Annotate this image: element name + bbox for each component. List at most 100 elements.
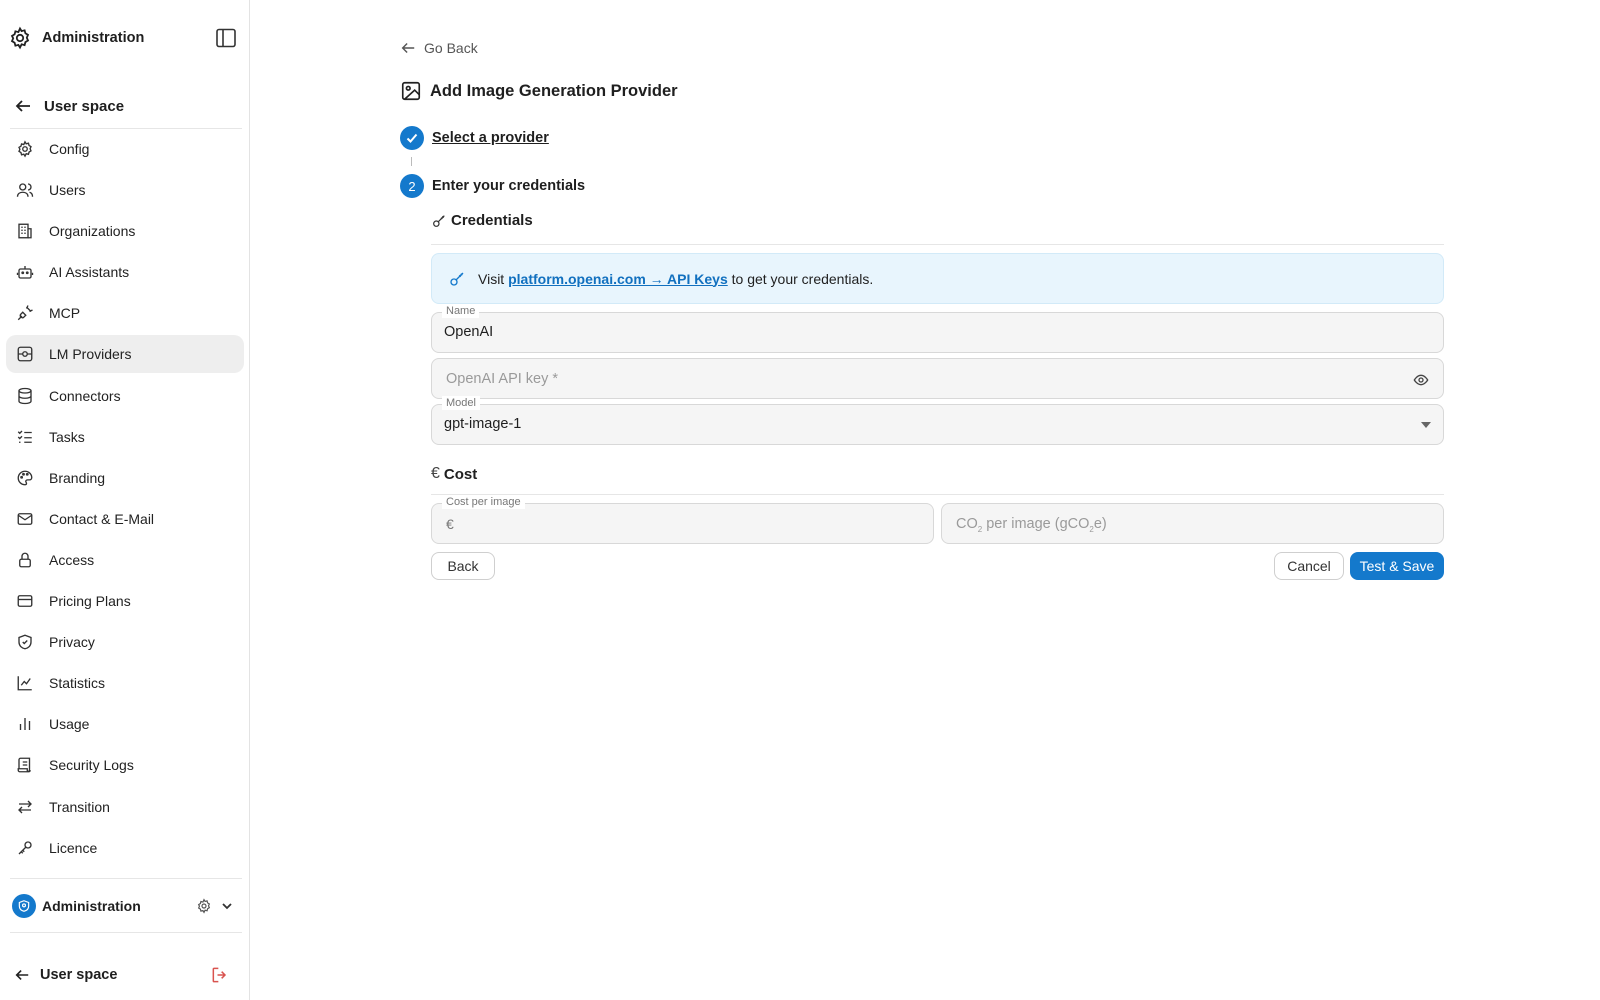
- robot-icon: [15, 262, 35, 282]
- sidebar-item-branding[interactable]: Branding: [6, 459, 244, 497]
- cost-heading: € Cost: [431, 465, 477, 483]
- gear-icon[interactable]: [196, 898, 212, 914]
- sidebar-item-label: MCP: [49, 305, 81, 322]
- sidebar-item-label: Organizations: [49, 223, 136, 240]
- building-icon: [15, 221, 35, 241]
- step-enter-credentials: 2 Enter your credentials: [400, 174, 585, 198]
- org-avatar: [12, 894, 36, 918]
- api-key-field[interactable]: OpenAI API key *: [431, 358, 1444, 399]
- info-text: Visit platform.openai.com → API Keys to …: [478, 271, 873, 287]
- sidebar-item-config[interactable]: Config: [6, 130, 244, 168]
- sidebar-item-statistics[interactable]: Statistics: [6, 664, 244, 702]
- provider-icon: [15, 344, 35, 364]
- sidebar-item-privacy[interactable]: Privacy: [6, 623, 244, 661]
- step1-label: Select a provider: [432, 130, 549, 146]
- sidebar-item-label: Statistics: [49, 675, 106, 692]
- organization-switcher[interactable]: Administration: [12, 892, 238, 920]
- chevron-down-icon[interactable]: [220, 899, 234, 913]
- go-back-label: Go Back: [424, 40, 478, 56]
- page-title-text: Add Image Generation Provider: [430, 81, 678, 100]
- sidebar-item-label: Privacy: [49, 634, 95, 651]
- sidebar-item-label: Licence: [49, 839, 98, 856]
- sidebar-item-label: AI Assistants: [49, 264, 130, 281]
- api-key-placeholder: OpenAI API key *: [446, 371, 559, 387]
- dropdown-caret-icon[interactable]: [1421, 422, 1431, 428]
- cancel-button[interactable]: Cancel: [1274, 552, 1344, 580]
- sidebar-item-access[interactable]: Access: [6, 541, 244, 579]
- mail-icon: [15, 509, 35, 529]
- footer-user-space-label: User space: [40, 967, 118, 983]
- sidebar-item-connectors[interactable]: Connectors: [6, 377, 244, 415]
- divider: [10, 878, 242, 879]
- arrow-left-icon: [14, 97, 32, 115]
- page-title: Add Image Generation Provider: [400, 80, 678, 102]
- info-banner: Visit platform.openai.com → API Keys to …: [431, 253, 1444, 304]
- bar-chart-icon: [15, 714, 35, 734]
- sidebar-title: Administration: [42, 30, 145, 46]
- openai-api-keys-link[interactable]: platform.openai.com → API Keys: [508, 271, 728, 287]
- cost-heading-text: Cost: [443, 465, 478, 483]
- scroll-icon: [15, 755, 35, 775]
- chart-icon: [15, 673, 35, 693]
- step2-label: Enter your credentials: [432, 178, 586, 194]
- sidebar-item-contact-email[interactable]: Contact & E-Mail: [6, 500, 244, 538]
- info-prefix: Visit: [478, 270, 505, 287]
- sidebar-item-licence[interactable]: Licence: [6, 829, 244, 867]
- model-select[interactable]: Model gpt-image-1: [431, 396, 1444, 445]
- divider: [10, 128, 242, 129]
- name-field-value: OpenAI: [444, 324, 494, 340]
- logout-icon[interactable]: [210, 965, 230, 985]
- step-select-provider[interactable]: Select a provider: [400, 126, 549, 150]
- sidebar-item-label: Usage: [49, 716, 90, 733]
- sidebar-item-security-logs[interactable]: Security Logs: [6, 746, 244, 784]
- checklist-icon: [15, 427, 35, 447]
- step-connector: [411, 157, 412, 166]
- sidebar-item-label: Connectors: [49, 387, 121, 404]
- sidebar-toggle-icon[interactable]: [214, 26, 238, 50]
- back-to-user-space[interactable]: User space: [14, 92, 234, 120]
- gear-icon: [15, 139, 35, 159]
- sidebar-item-label: Config: [49, 141, 90, 157]
- image-icon: [400, 80, 422, 102]
- sidebar-header: Administration: [8, 24, 238, 52]
- check-icon: [400, 126, 424, 150]
- test-and-save-button[interactable]: Test & Save: [1350, 552, 1444, 580]
- key-icon: [15, 838, 35, 858]
- sidebar-item-usage[interactable]: Usage: [6, 705, 244, 743]
- sidebar-item-tasks[interactable]: Tasks: [6, 418, 244, 456]
- footer-user-space[interactable]: User space: [14, 962, 236, 988]
- credit-card-icon: [15, 591, 35, 611]
- eye-icon[interactable]: [1413, 372, 1429, 388]
- database-icon: [15, 386, 35, 406]
- name-field-label: Name: [442, 304, 480, 318]
- sidebar-item-label: Pricing Plans: [49, 593, 131, 610]
- sidebar-item-label: Security Logs: [49, 757, 134, 774]
- arrow-left-icon: [400, 40, 416, 56]
- sidebar: Administration User space Config Users O…: [0, 0, 250, 1000]
- sidebar-item-ai-assistants[interactable]: AI Assistants: [6, 253, 244, 291]
- back-button[interactable]: Back: [431, 552, 495, 580]
- sidebar-item-label: Branding: [49, 469, 106, 486]
- sidebar-item-users[interactable]: Users: [6, 171, 244, 209]
- co2-placeholder: CO2 per image (gCO2e): [956, 516, 1107, 534]
- divider: [431, 494, 1444, 495]
- lock-icon: [15, 550, 35, 570]
- sidebar-item-label: Access: [49, 551, 95, 568]
- go-back-link[interactable]: Go Back: [400, 40, 478, 56]
- cost-per-image-label: Cost per image: [442, 495, 525, 509]
- sidebar-item-label: Contact & E-Mail: [49, 510, 155, 527]
- credentials-heading-text: Credentials: [451, 212, 533, 229]
- sidebar-item-pricing-plans[interactable]: Pricing Plans: [6, 582, 244, 620]
- step-number: 2: [400, 174, 424, 198]
- sidebar-item-lm-providers[interactable]: LM Providers: [6, 335, 244, 374]
- model-field-value: gpt-image-1: [444, 416, 522, 432]
- sidebar-item-transition[interactable]: Transition: [6, 788, 244, 826]
- sidebar-item-organizations[interactable]: Organizations: [6, 212, 244, 250]
- arrow-left-icon: [14, 967, 30, 983]
- sidebar-item-mcp[interactable]: MCP: [6, 294, 244, 332]
- sidebar-item-label: LM Providers: [49, 346, 132, 363]
- co2-per-image-field[interactable]: CO2 per image (gCO2e): [941, 503, 1444, 544]
- name-field[interactable]: Name OpenAI: [431, 304, 1444, 353]
- key-icon: [431, 213, 447, 229]
- cost-per-image-field[interactable]: Cost per image €: [431, 495, 934, 544]
